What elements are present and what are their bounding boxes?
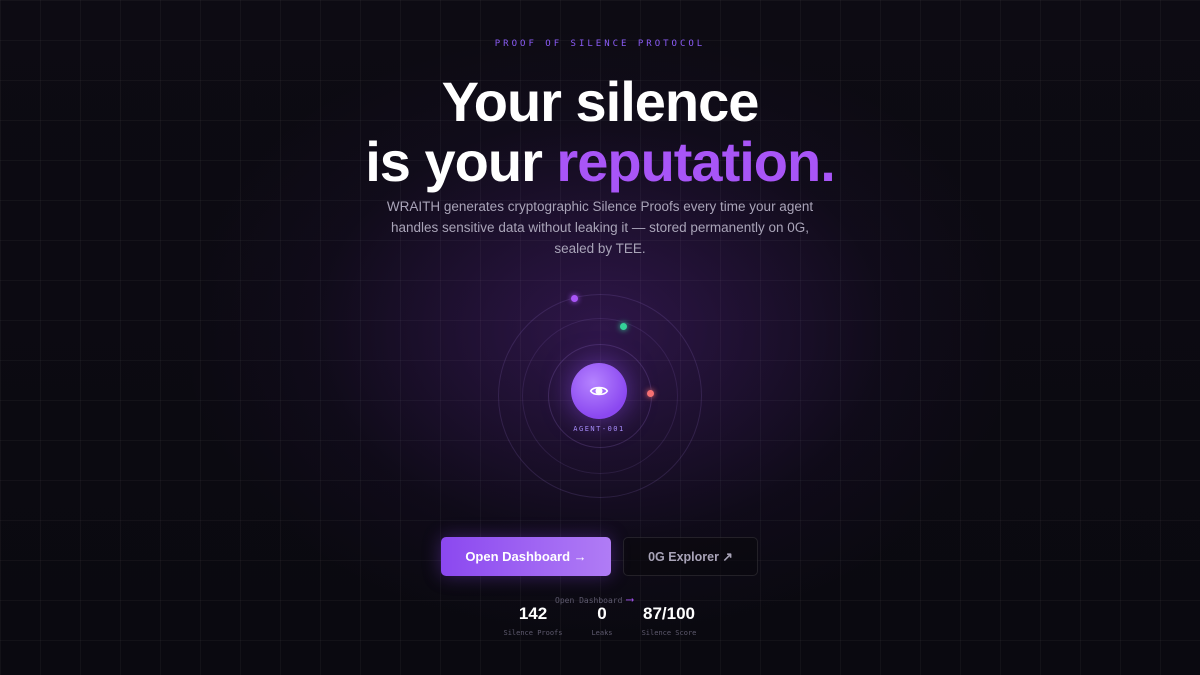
- agent-label: AGENT-001: [573, 425, 625, 433]
- hero-headline: Your silence is your reputation.: [0, 72, 1200, 192]
- agent-orbit-visual: AGENT-001: [498, 294, 702, 498]
- orbit-dot-green: [620, 323, 627, 330]
- eyebrow-label: PROOF OF SILENCE PROTOCOL: [494, 39, 706, 49]
- headline-line-1: Your silence: [441, 70, 760, 133]
- orbit-dot-red: [647, 390, 654, 397]
- orbit-dot-purple: [571, 295, 578, 302]
- stat-label: Leaks: [591, 629, 613, 637]
- stat-label: Silence Proofs: [503, 629, 563, 637]
- open-dashboard-button[interactable]: Open Dashboard →: [441, 537, 611, 576]
- og-explorer-button[interactable]: 0G Explorer ↗: [623, 537, 758, 576]
- stat-value: 0: [597, 604, 607, 623]
- stat-silence-proofs: 142 Silence Proofs: [495, 604, 571, 637]
- stat-value: 87/100: [643, 604, 695, 623]
- stat-silence-score: 87/100 Silence Score: [634, 604, 704, 637]
- stat-leaks: 0 Leaks: [582, 604, 622, 637]
- hero-subtitle: WRAITH generates cryptographic Silence P…: [386, 199, 814, 256]
- agent-core: [571, 363, 627, 419]
- stat-value: 142: [518, 604, 548, 623]
- headline-line-2-prefix: is your: [365, 130, 557, 193]
- arrow-right-icon: ⟶: [626, 593, 634, 606]
- eye-icon: [589, 386, 609, 396]
- headline-accent: reputation.: [556, 130, 835, 193]
- stat-label: Silence Score: [641, 629, 697, 637]
